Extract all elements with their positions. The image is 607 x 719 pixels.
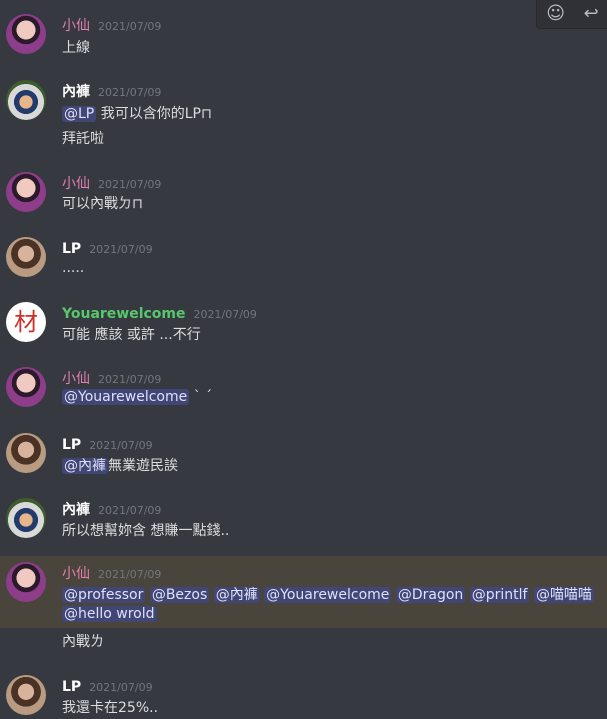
timestamp: 2021/07/09 bbox=[98, 568, 162, 581]
author-name[interactable]: LP bbox=[62, 241, 81, 257]
message-text: 上線 bbox=[62, 40, 90, 56]
message: 材 Youarewelcome 2021/07/09 可能 應該 或許 ...不行 bbox=[0, 292, 607, 352]
user-mention[interactable]: @Youarewelcome bbox=[62, 389, 190, 405]
message: 小仙 2021/07/09 @Youarewelcome ` ´ bbox=[0, 358, 607, 418]
avatar[interactable] bbox=[6, 562, 46, 602]
avatar[interactable] bbox=[6, 367, 46, 407]
user-mention[interactable]: @內褲 bbox=[213, 587, 260, 603]
message-text: ..... bbox=[62, 260, 85, 276]
user-mention[interactable]: @Youarewelcome bbox=[264, 587, 392, 603]
timestamp: 2021/07/09 bbox=[98, 20, 162, 33]
timestamp: 2021/07/09 bbox=[193, 308, 257, 321]
message: 內褲 2021/07/09 @LP 我可以含你的LP⊓ 拜託啦 bbox=[0, 70, 607, 150]
author-name[interactable]: 小仙 bbox=[62, 566, 90, 582]
avatar[interactable]: 材 bbox=[6, 302, 46, 342]
avatar[interactable] bbox=[6, 237, 46, 277]
user-mention[interactable]: @professor bbox=[62, 587, 146, 603]
message-text: ` ´ bbox=[189, 389, 213, 405]
user-mention[interactable]: @喵喵喵 bbox=[533, 587, 594, 603]
message-text: 可能 應該 或許 ...不行 bbox=[62, 327, 201, 343]
timestamp: 2021/07/09 bbox=[98, 86, 162, 99]
avatar-glyph: 材 bbox=[14, 308, 38, 336]
message-text: 可以內戰ㄉ⊓ bbox=[62, 196, 143, 212]
message-text: 我還卡在25%.. bbox=[62, 700, 159, 716]
user-mention[interactable]: @LP bbox=[62, 106, 97, 122]
avatar[interactable] bbox=[6, 675, 46, 715]
message: 小仙 2021/07/09 上線 bbox=[0, 0, 607, 60]
avatar[interactable] bbox=[6, 498, 46, 538]
timestamp: 2021/07/09 bbox=[89, 243, 153, 256]
author-name[interactable]: 小仙 bbox=[62, 371, 90, 387]
timestamp: 2021/07/09 bbox=[89, 439, 153, 452]
author-name[interactable]: 小仙 bbox=[62, 176, 90, 192]
message-text: 所以想幫妳含 想賺一點錢.. bbox=[62, 523, 230, 539]
avatar[interactable] bbox=[6, 14, 46, 54]
message-text: 我可以含你的LP⊓ bbox=[96, 106, 212, 122]
message: LP 2021/07/09 @內褲 無業遊民誒 bbox=[0, 424, 607, 484]
message-highlighted: 小仙 2021/07/09 @professor @Bezos @內褲 @Youa… bbox=[0, 556, 607, 628]
avatar[interactable] bbox=[6, 80, 46, 120]
author-name[interactable]: 內褲 bbox=[62, 84, 90, 100]
message-text: 拜託啦 bbox=[62, 131, 104, 147]
message: LP 2021/07/09 ..... bbox=[0, 228, 607, 288]
avatar[interactable] bbox=[6, 433, 46, 473]
message-text: 內戰ㄌ bbox=[62, 634, 104, 650]
timestamp: 2021/07/09 bbox=[98, 373, 162, 386]
user-mention[interactable]: @內褲 bbox=[62, 458, 108, 474]
user-mention[interactable]: @printlf bbox=[469, 587, 530, 603]
author-name[interactable]: LP bbox=[62, 679, 81, 695]
user-mention[interactable]: @hello wrold bbox=[62, 606, 157, 622]
avatar[interactable] bbox=[6, 172, 46, 212]
author-name[interactable]: Youarewelcome bbox=[62, 306, 186, 322]
user-mention[interactable]: @Bezos bbox=[149, 587, 210, 603]
message: 小仙 2021/07/09 可以內戰ㄉ⊓ bbox=[0, 162, 607, 222]
author-name[interactable]: LP bbox=[62, 437, 81, 453]
user-mention[interactable]: @Dragon bbox=[395, 587, 466, 603]
timestamp: 2021/07/09 bbox=[98, 504, 162, 517]
author-name[interactable]: 小仙 bbox=[62, 18, 90, 34]
message: LP 2021/07/09 我還卡在25%.. bbox=[0, 666, 607, 719]
author-name[interactable]: 內褲 bbox=[62, 502, 90, 518]
message: 內褲 2021/07/09 所以想幫妳含 想賺一點錢.. bbox=[0, 489, 607, 549]
timestamp: 2021/07/09 bbox=[89, 681, 153, 694]
timestamp: 2021/07/09 bbox=[98, 178, 162, 191]
message-text: 無業遊民誒 bbox=[108, 458, 178, 474]
